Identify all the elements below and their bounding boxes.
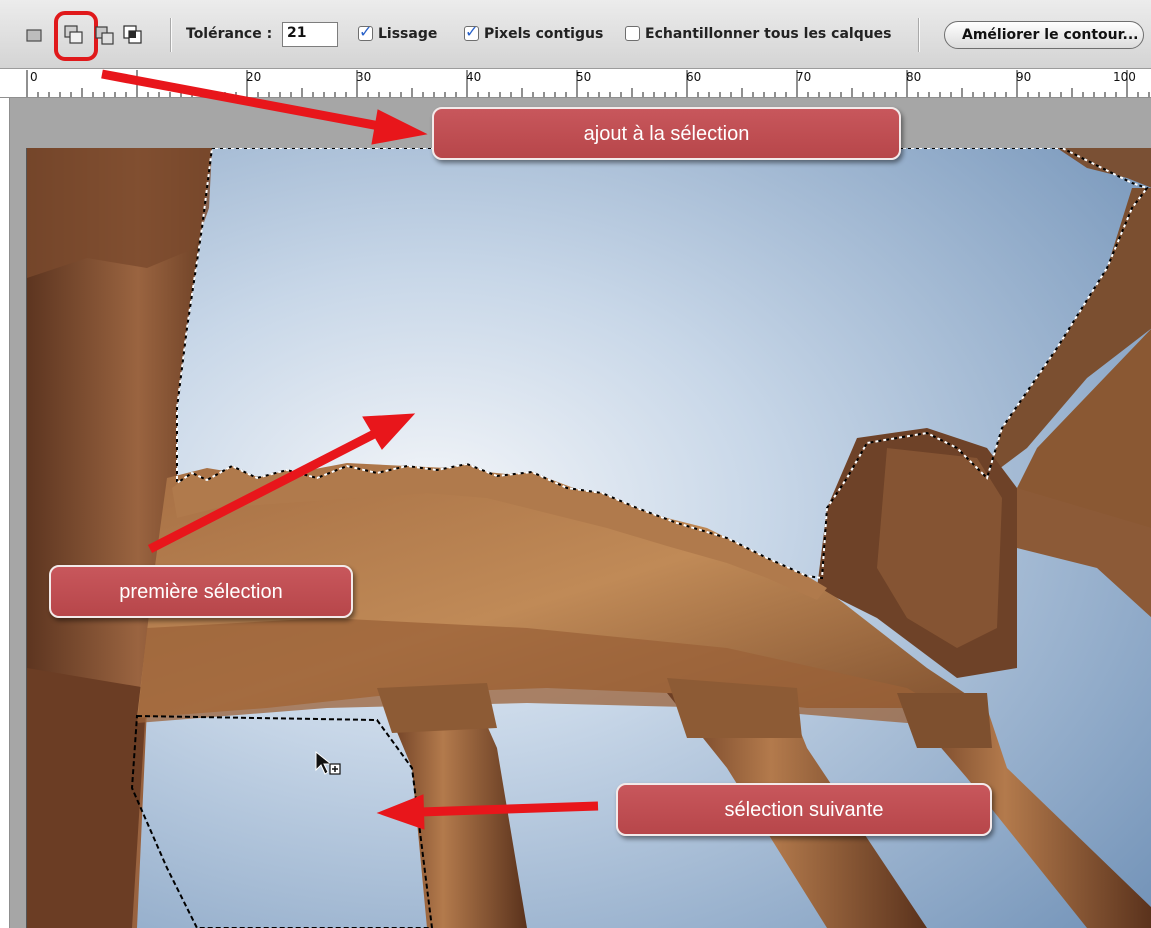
ruler-label: 40 <box>466 70 482 84</box>
toolbar-divider <box>918 18 919 52</box>
callout-ajout-selection: ajout à la sélection <box>432 107 901 160</box>
echantillonner-checkbox[interactable] <box>625 26 640 41</box>
ruler-label: 70 <box>796 70 812 84</box>
pixels-contigus-checkbox[interactable]: ✓ <box>464 22 479 41</box>
ruler-label: 50 <box>576 70 592 84</box>
ruler-label: 20 <box>246 70 262 84</box>
callout-premiere-selection: première sélection <box>49 565 353 618</box>
intersect-with-selection-icon[interactable] <box>122 24 144 46</box>
lissage-checkbox[interactable]: ✓ <box>358 22 373 41</box>
checkmark-icon: ✓ <box>359 22 373 41</box>
add-mode-highlight-ring <box>54 11 98 61</box>
horizontal-ruler: 0 20 30 40 50 60 70 80 90 100 <box>0 69 1151 98</box>
ruler-label: 30 <box>356 70 372 84</box>
tolerance-label: Tolérance : <box>186 26 273 42</box>
pixels-contigus-label: Pixels contigus <box>484 26 604 42</box>
lissage-label: Lissage <box>378 26 438 42</box>
ruler-label: 0 <box>30 70 38 84</box>
toolbar-divider <box>170 18 171 52</box>
echantillonner-label: Echantillonner tous les calques <box>645 26 892 42</box>
subtract-from-selection-icon[interactable] <box>94 24 116 46</box>
new-selection-icon[interactable] <box>24 24 46 46</box>
ruler-label: 80 <box>906 70 922 84</box>
tolerance-input[interactable]: 21 <box>282 22 338 47</box>
callout-selection-suivante: sélection suivante <box>616 783 992 836</box>
ruler-label: 60 <box>686 70 702 84</box>
vertical-ruler <box>0 98 10 928</box>
options-bar: Tolérance : 21 ✓ Lissage ✓ Pixels contig… <box>0 0 1151 69</box>
checkmark-icon: ✓ <box>465 22 479 41</box>
ameliorer-contour-button[interactable]: Améliorer le contour... <box>944 21 1144 49</box>
ruler-label: 100 <box>1113 70 1136 84</box>
ruler-label: 90 <box>1016 70 1032 84</box>
magic-wand-add-cursor-icon <box>314 750 342 785</box>
